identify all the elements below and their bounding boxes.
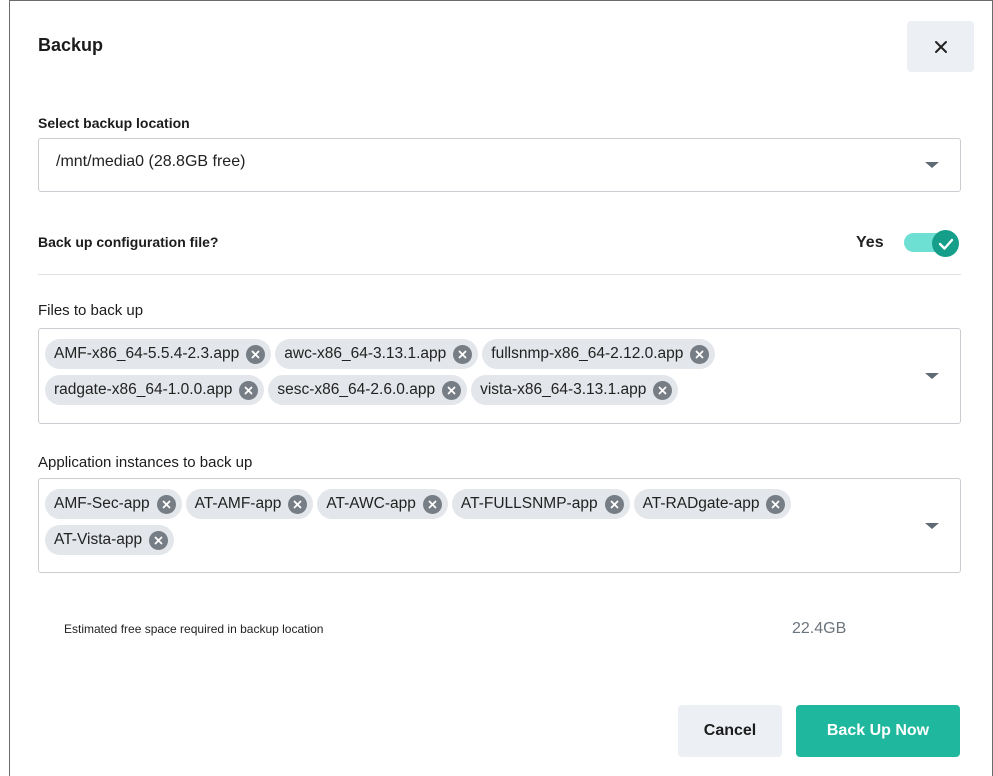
remove-chip-icon[interactable] (149, 530, 169, 550)
remove-chip-icon[interactable] (156, 494, 176, 514)
instances-label: Application instances to back up (38, 454, 253, 471)
chevron-down-icon[interactable] (925, 523, 939, 529)
estimate-label: Estimated free space required in backup … (64, 622, 324, 636)
files-multiselect[interactable]: AMF-x86_64-5.5.4-2.3.app awc-x86_64-3.13.… (38, 328, 961, 424)
config-toggle[interactable] (902, 230, 960, 257)
location-value: /mnt/media0 (28.8GB free) (56, 153, 246, 170)
chip-label: AT-RADgate-app (642, 495, 760, 512)
chip-label: fullsnmp-x86_64-2.12.0.app (491, 345, 684, 362)
chip: AT-AWC-app (317, 489, 448, 519)
instances-multiselect[interactable]: AMF-Sec-app AT-AMF-app AT-AWC-app AT-FULLSN… (38, 478, 961, 573)
check-icon (938, 238, 953, 250)
chip: AT-AMF-app (185, 489, 314, 519)
remove-chip-icon[interactable] (766, 494, 786, 514)
location-select[interactable]: /mnt/media0 (28.8GB free) (38, 138, 961, 192)
instances-chip-list: AMF-Sec-app AT-AMF-app AT-AWC-app AT-FULLSN… (45, 489, 905, 555)
location-label: Select backup location (38, 115, 190, 131)
estimate-value: 22.4GB (792, 620, 847, 637)
chevron-down-icon (925, 162, 939, 168)
divider (38, 274, 961, 275)
chip-label: sesc-x86_64-2.6.0.app (277, 381, 436, 398)
chip-label: AT-AMF-app (194, 495, 282, 512)
remove-chip-icon[interactable] (442, 380, 462, 400)
chip: AMF-x86_64-5.5.4-2.3.app (45, 339, 272, 369)
remove-chip-icon[interactable] (422, 494, 442, 514)
dialog-title: Backup (38, 35, 104, 55)
chevron-down-icon[interactable] (925, 373, 939, 379)
chip: awc-x86_64-3.13.1.app (275, 339, 479, 369)
chip: vista-x86_64-3.13.1.app (471, 375, 679, 405)
chip: radgate-x86_64-1.0.0.app (45, 375, 265, 405)
chip-label: radgate-x86_64-1.0.0.app (54, 381, 233, 398)
chip-label: awc-x86_64-3.13.1.app (284, 345, 447, 362)
chip-label: vista-x86_64-3.13.1.app (480, 381, 647, 398)
config-label: Back up configuration file? (38, 234, 219, 250)
chip-label: AT-Vista-app (54, 531, 143, 548)
close-icon (934, 40, 947, 53)
chip-label: AMF-Sec-app (54, 495, 150, 512)
remove-chip-icon[interactable] (288, 494, 308, 514)
chip: AMF-Sec-app (45, 489, 182, 519)
remove-chip-icon[interactable] (239, 380, 259, 400)
chip: AT-Vista-app (45, 525, 175, 555)
remove-chip-icon[interactable] (604, 494, 624, 514)
chip: sesc-x86_64-2.6.0.app (268, 375, 468, 405)
chip-label: AMF-x86_64-5.5.4-2.3.app (54, 345, 240, 362)
chip: fullsnmp-x86_64-2.12.0.app (482, 339, 716, 369)
remove-chip-icon[interactable] (653, 380, 673, 400)
toggle-knob (932, 230, 959, 257)
chip: AT-RADgate-app (633, 489, 792, 519)
files-label: Files to back up (38, 302, 144, 319)
close-button[interactable] (907, 21, 974, 72)
remove-chip-icon[interactable] (690, 344, 710, 364)
back-up-now-button[interactable]: Back Up Now (796, 705, 960, 757)
files-chip-list: AMF-x86_64-5.5.4-2.3.app awc-x86_64-3.13.… (45, 339, 905, 405)
chip: AT-FULLSNMP-app (451, 489, 630, 519)
backup-dialog: Backup Select backup location /mnt/media… (9, 0, 993, 776)
remove-chip-icon[interactable] (453, 344, 473, 364)
chip-label: AT-AWC-app (326, 495, 416, 512)
chip-label: AT-FULLSNMP-app (460, 495, 598, 512)
cancel-button[interactable]: Cancel (678, 705, 782, 757)
remove-chip-icon[interactable] (246, 344, 266, 364)
config-toggle-text: Yes (856, 234, 884, 251)
